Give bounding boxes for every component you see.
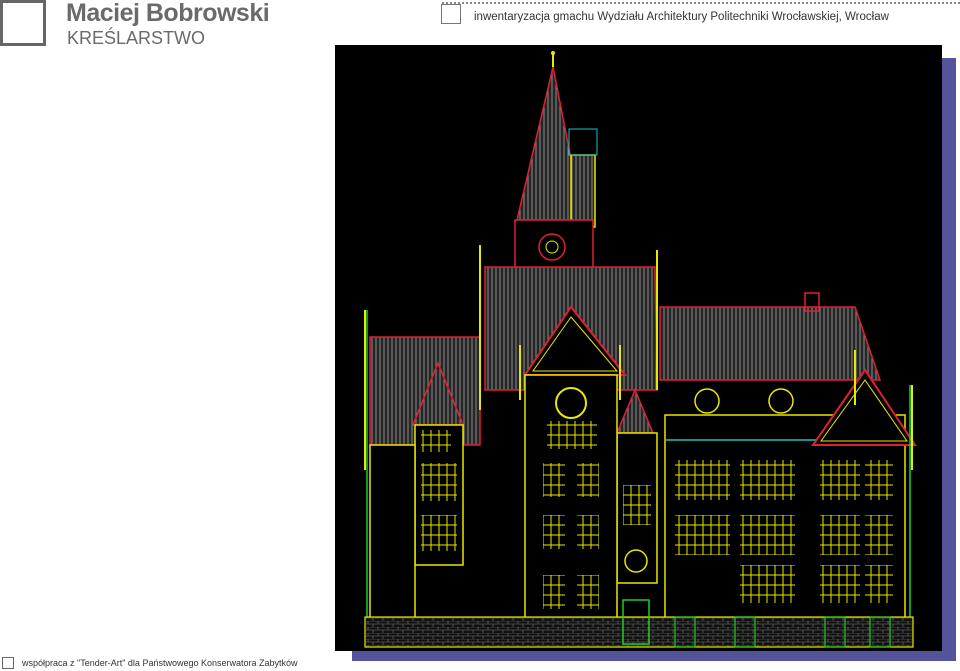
brand-subtitle: KREŚLARSTWO xyxy=(67,28,206,48)
architectural-elevation-drawing xyxy=(335,45,942,651)
footer-credit: współpraca z "Tender-Art" dla Państwoweg… xyxy=(22,658,298,668)
elevation-svg xyxy=(364,51,917,648)
brand-name: Maciej Bobrowski xyxy=(66,0,270,27)
footer-square-icon xyxy=(2,657,14,669)
project-title: inwentaryzacja gmachu Wydziału Architekt… xyxy=(474,11,889,23)
header-dotted-divider xyxy=(442,2,960,4)
logo-box xyxy=(0,0,46,46)
header-square-icon xyxy=(441,4,461,24)
stone-base xyxy=(364,616,914,648)
tower xyxy=(514,51,598,271)
right-roof xyxy=(659,306,882,381)
